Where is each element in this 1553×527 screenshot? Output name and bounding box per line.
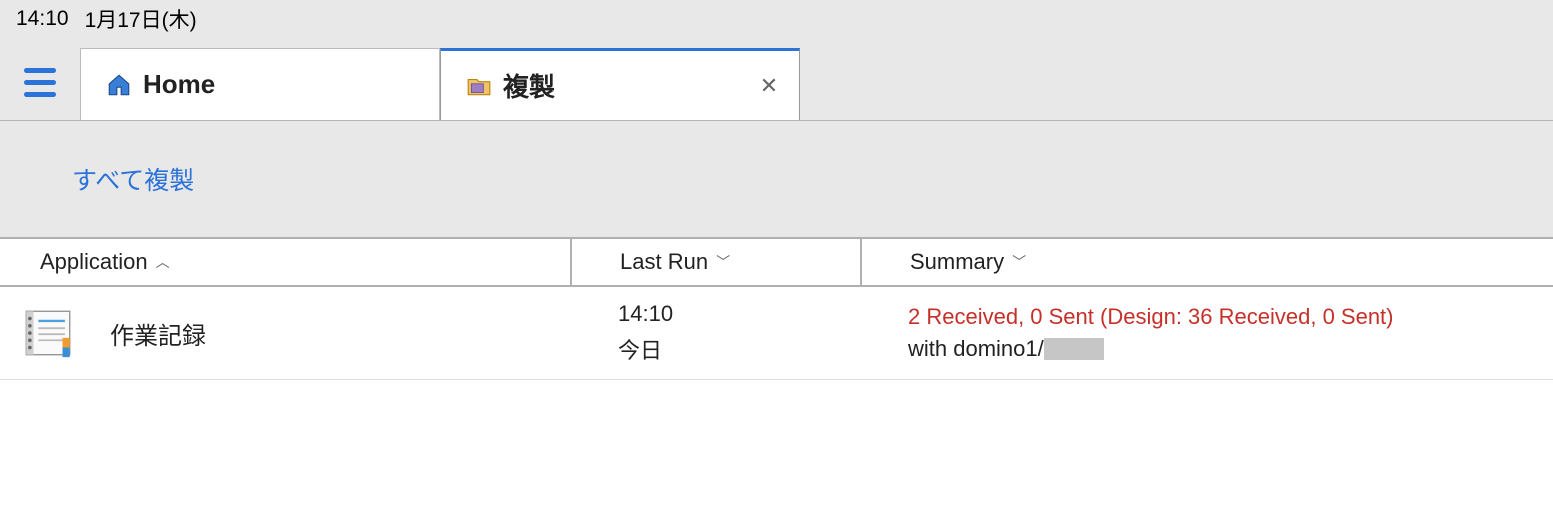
summary-status: 2 Received, 0 Sent (Design: 36 Received,… — [908, 304, 1553, 330]
column-header-last-run[interactable]: Last Run ﹀ — [570, 239, 860, 285]
home-icon — [105, 71, 133, 99]
cell-last-run: 14:10 今日 — [570, 301, 860, 365]
notebook-icon — [18, 303, 78, 363]
hamburger-icon — [24, 68, 56, 73]
close-icon[interactable]: ✕ — [757, 74, 781, 98]
column-header-application[interactable]: Application ︿ — [0, 239, 570, 285]
tab-replication-label: 複製 — [503, 67, 555, 104]
toolbar: すべて複製 — [0, 121, 1553, 237]
tab-replication[interactable]: 複製 ✕ — [440, 48, 800, 120]
menu-button[interactable] — [16, 62, 64, 102]
hamburger-icon — [24, 80, 56, 85]
tab-home[interactable]: Home — [80, 48, 440, 120]
summary-server: with domino1/ — [908, 336, 1553, 362]
tab-row: Home 複製 ✕ — [0, 38, 1553, 120]
last-run-time: 14:10 — [618, 301, 860, 327]
summary-server-prefix: with domino1/ — [908, 336, 1044, 362]
column-header-summary[interactable]: Summary ﹀ — [860, 239, 1553, 285]
table-header-row: Application ︿ Last Run ﹀ Summary ﹀ — [0, 237, 1553, 287]
redacted-block — [1044, 338, 1104, 360]
status-date: 1月17日(木) — [85, 4, 197, 34]
column-header-application-label: Application — [40, 249, 148, 275]
application-name: 作業記録 — [110, 316, 206, 351]
status-bar: 14:10 1月17日(木) — [0, 0, 1553, 38]
table-row[interactable]: 作業記録 14:10 今日 2 Received, 0 Sent (Design… — [0, 287, 1553, 380]
sort-desc-icon: ﹀ — [716, 252, 730, 272]
cell-application: 作業記録 — [0, 301, 570, 365]
cell-summary: 2 Received, 0 Sent (Design: 36 Received,… — [860, 301, 1553, 365]
tab-home-label: Home — [143, 69, 215, 100]
status-time: 14:10 — [16, 7, 69, 31]
sort-desc-icon: ﹀ — [1012, 252, 1026, 272]
hamburger-icon — [24, 92, 56, 97]
last-run-date: 今日 — [618, 333, 860, 365]
folder-icon — [465, 72, 493, 100]
sort-asc-icon: ︿ — [156, 252, 170, 272]
column-header-summary-label: Summary — [910, 249, 1004, 275]
replicate-all-link[interactable]: すべて複製 — [72, 167, 194, 195]
column-header-last-run-label: Last Run — [620, 249, 708, 275]
